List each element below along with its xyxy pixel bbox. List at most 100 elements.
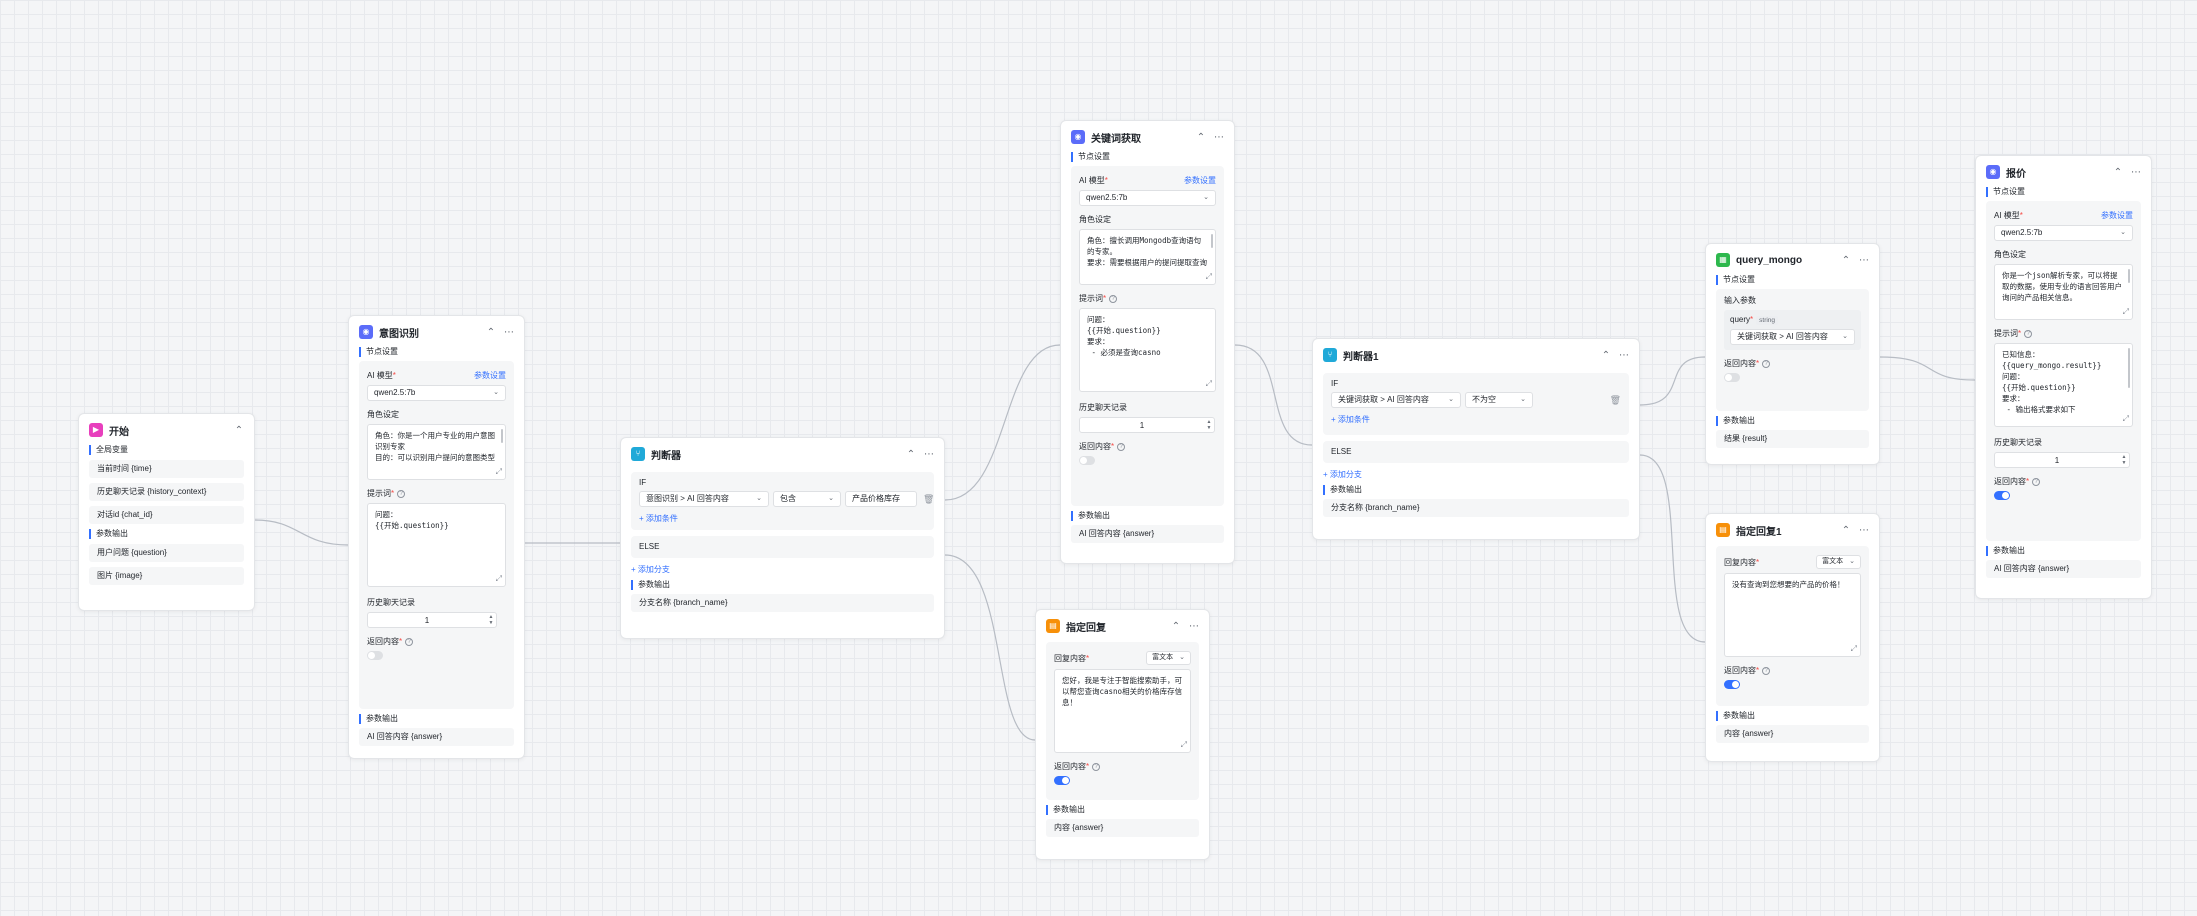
section-title: 参数输出 [1716,416,1869,426]
collapse-icon[interactable]: ⌃ [906,449,916,460]
field-label: AI 模型 [1994,211,2020,220]
scrollbar[interactable] [2128,348,2130,388]
settings-panel: AI 模型* 参数设置 qwen2.5:7b ⌄ 角色设定 角色：擅长调用Mongo… [1071,166,1224,506]
collapse-icon[interactable]: ⌃ [1841,255,1851,266]
list-item: 用户问题 {question} [89,544,244,562]
collapse-icon[interactable]: ⌃ [2113,167,2123,178]
operator-select[interactable]: 不为空 ⌄ [1465,392,1533,408]
condition-node[interactable]: ⑂ 判断器 ⌃ ⋯ IF 意图识别 > AI 回答内容 ⌄ 包含 ⌄ 产品价格库存 … [620,437,945,639]
history-stepper[interactable]: 1 ▲ ▼ [367,612,497,628]
expand-icon[interactable]: ⤢ [496,573,502,584]
reply-node[interactable]: ▤ 指定回复 ⌃ ⋯ 回复内容* 富文本 ⌄ 您好，我是专注于智能搜索助手，可以帮您… [1035,609,1210,860]
if-panel: IF 意图识别 > AI 回答内容 ⌄ 包含 ⌄ 产品价格库存 🗑 + 添加条件 [631,472,934,530]
role-textarea[interactable]: 你是一个json解析专家，可以将提取的数据，使用专业的语言回答用户询问的产品相关… [1994,264,2133,320]
role-textarea[interactable]: 角色：你是一个用户专业的用户意图识别专家 目的：可以识别用户提问的意图类型 ⤢ [367,424,506,480]
collapse-icon[interactable]: ⌃ [486,327,496,338]
more-icon[interactable]: ⋯ [1859,255,1869,266]
operator-select[interactable]: 包含 ⌄ [773,491,841,507]
add-branch-button[interactable]: + 添加分支 [1323,469,1629,480]
model-select[interactable]: qwen2.5:7b ⌄ [367,385,506,401]
more-icon[interactable]: ⋯ [504,327,514,338]
keyword-node[interactable]: ◉ 关键词获取 ⌃ ⋯ 节点设置 AI 模型* 参数设置 qwen2.5:7b ⌄ … [1060,120,1235,564]
expand-icon[interactable]: ⤢ [2123,413,2129,424]
prompt-textarea[interactable]: 问题： {{开始.question}} 要求： - 必须是查询casno ⤢ [1079,308,1216,392]
collapse-icon[interactable]: ⌃ [1196,132,1206,143]
scrollbar[interactable] [501,429,503,443]
branch-icon: ⑂ [631,447,645,461]
more-icon[interactable]: ⋯ [2131,167,2141,178]
delete-icon[interactable]: 🗑 [923,494,934,505]
param-settings-link[interactable]: 参数设置 [2101,210,2133,221]
section-title: 全局变量 [89,445,244,455]
reply-node-2[interactable]: ▤ 指定回复1 ⌃ ⋯ 回复内容* 富文本 ⌄ 没有查询到您想要的产品的价格！ ⤢ 返… [1705,513,1880,762]
model-select[interactable]: qwen2.5:7b ⌄ [1079,190,1216,206]
help-icon: ? [1092,762,1101,771]
intent-node[interactable]: ◉ 意图识别 ⌃ ⋯ 节点设置 AI 模型* 参数设置 qwen2.5:7b ⌄ 角… [348,315,525,759]
more-icon[interactable]: ⋯ [1214,132,1224,143]
query-mongo-node[interactable]: ▦ query_mongo ⌃ ⋯ 节点设置 输入参数 query* string… [1705,243,1880,465]
edge-cond1-keyword [944,344,1061,501]
collapse-icon[interactable]: ⌃ [1841,525,1851,536]
chevron-down-icon: ⌄ [1520,396,1526,403]
add-condition-button[interactable]: + 添加条件 [639,513,926,524]
condition-node-2[interactable]: ⑂ 判断器1 ⌃ ⋯ IF 关键词获取 > AI 回答内容 ⌄ 不为空 ⌄ 🗑 + … [1312,338,1640,540]
expand-icon[interactable]: ⤢ [1851,643,1857,654]
add-condition-button[interactable]: + 添加条件 [1331,414,1621,425]
return-content-toggle[interactable] [1079,456,1095,465]
param-settings-link[interactable]: 参数设置 [474,370,506,381]
scrollbar[interactable] [1211,234,1213,248]
field-select[interactable]: 意图识别 > AI 回答内容 ⌄ [639,491,769,507]
branch-icon: ⑂ [1323,348,1337,362]
more-icon[interactable]: ⋯ [1859,525,1869,536]
list-item: 图片 {image} [89,567,244,585]
reply-textarea[interactable]: 没有查询到您想要的产品的价格！ ⤢ [1724,573,1861,657]
field-label: AI 模型 [367,371,393,380]
expand-icon[interactable]: ⤢ [1181,739,1187,750]
start-node[interactable]: ▶ 开始 ⌃ 全局变量 当前时间 {time} 历史聊天记录 {history_… [78,413,255,611]
chevron-down-icon: ⌄ [1842,333,1848,340]
more-icon[interactable]: ⋯ [1189,621,1199,632]
quote-node[interactable]: ◉ 报价 ⌃ ⋯ 节点设置 AI 模型* 参数设置 qwen2.5:7b ⌄ 角色设… [1975,155,2152,599]
more-icon[interactable]: ⋯ [1619,350,1629,361]
collapse-icon[interactable]: ⌃ [1601,350,1611,361]
collapse-icon[interactable]: ⌃ [1171,621,1181,632]
prompt-textarea[interactable]: 问题： {{开始.question}} ⤢ [367,503,506,587]
help-icon: ? [1762,666,1771,675]
list-item: 对话id {chat_id} [89,506,244,524]
expand-icon[interactable]: ⤢ [2123,306,2129,317]
collapse-icon[interactable]: ⌃ [234,425,244,436]
return-content-toggle[interactable] [1054,776,1070,785]
field-label: 角色设定 [367,410,399,419]
reply-textarea[interactable]: 您好，我是专注于智能搜索助手，可以帮您查询casno相关的价格库存信息！ ⤢ [1054,669,1191,753]
field-label: 返回内容 [1054,762,1086,771]
return-content-toggle[interactable] [367,651,383,660]
field-select[interactable]: 关键词获取 > AI 回答内容 ⌄ [1331,392,1461,408]
history-stepper[interactable]: 1 ▲ ▼ [1079,417,1215,433]
model-select[interactable]: qwen2.5:7b ⌄ [1994,225,2133,241]
more-icon[interactable]: ⋯ [924,449,934,460]
value-input[interactable]: 产品价格库存 [845,491,917,507]
expand-icon[interactable]: ⤢ [496,466,502,477]
robot-icon: ◉ [1071,130,1085,144]
return-content-toggle[interactable] [1994,491,2010,500]
delete-icon[interactable]: 🗑 [1610,395,1621,406]
add-branch-button[interactable]: + 添加分支 [631,564,934,575]
scrollbar[interactable] [2128,269,2130,283]
chevron-down-icon: ⌄ [2120,229,2126,236]
param-settings-link[interactable]: 参数设置 [1184,175,1216,186]
node-title: 判断器1 [1343,351,1379,363]
param-value-select[interactable]: 关键词获取 > AI 回答内容 ⌄ [1730,329,1855,345]
expand-icon[interactable]: ⤢ [1206,378,1212,389]
history-stepper[interactable]: 1 ▲ ▼ [1994,452,2130,468]
output-item: 分支名称 {branch_name} [1323,499,1629,517]
format-select[interactable]: 富文本 ⌄ [1816,555,1861,569]
expand-icon[interactable]: ⤢ [1206,271,1212,282]
else-branch: ELSE [631,536,934,558]
format-select[interactable]: 富文本 ⌄ [1146,651,1191,665]
prompt-textarea[interactable]: 已知信息： {{query_mongo.result}} 问题： {{开始.qu… [1994,343,2133,427]
role-textarea[interactable]: 角色：擅长调用Mongodb查询语句的专家。 要求：需要根据用户的提问提取查询 ⤢ [1079,229,1216,285]
return-content-toggle[interactable] [1724,680,1740,689]
field-label: 返回内容 [1724,666,1756,675]
if-panel: IF 关键词获取 > AI 回答内容 ⌄ 不为空 ⌄ 🗑 + 添加条件 [1323,373,1629,435]
return-content-toggle[interactable] [1724,373,1740,382]
